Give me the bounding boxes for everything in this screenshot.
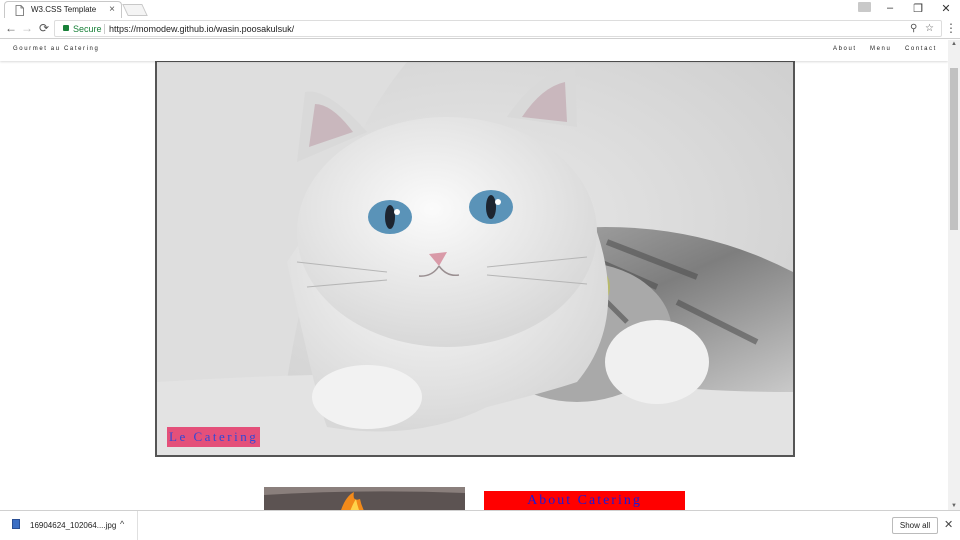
scroll-thumb[interactable]: [950, 68, 958, 230]
close-window-button[interactable]: ✕: [932, 2, 960, 15]
about-title: About Catering: [527, 493, 642, 508]
download-file-name[interactable]: 16904624_102064....jpg: [30, 521, 116, 530]
url-text[interactable]: https://momodew.github.io/wasin.poosakul…: [109, 24, 294, 34]
nav-link-menu[interactable]: Menu: [870, 46, 891, 52]
lock-icon: [63, 25, 69, 31]
download-chevron-icon[interactable]: ^: [120, 519, 124, 529]
show-all-button[interactable]: Show all: [892, 517, 938, 534]
about-section-header: About Catering: [484, 491, 685, 510]
scroll-down-arrow-icon[interactable]: ▼: [951, 503, 957, 509]
omnibox-divider: [104, 24, 105, 34]
tab-close-icon[interactable]: ×: [109, 4, 115, 15]
image-file-icon: [12, 519, 20, 529]
download-item[interactable]: 16904624_102064....jpg ^: [0, 511, 138, 540]
hero-cats-image: [157, 62, 793, 455]
maximize-button[interactable]: ❐: [904, 2, 932, 15]
tab-strip: W3.CSS Template × – ❐ ✕: [0, 0, 960, 18]
hero-label: Le Catering: [167, 427, 261, 447]
page-scrollbar[interactable]: ▲ ▼: [948, 40, 960, 510]
hero-image-frame: Le Catering: [155, 60, 795, 457]
food-flame-image: [264, 487, 465, 510]
scroll-up-arrow-icon[interactable]: ▲: [951, 41, 957, 47]
forward-button[interactable]: →: [20, 21, 34, 35]
download-bar: 16904624_102064....jpg ^ Show all ✕: [0, 510, 960, 540]
back-button[interactable]: ←: [4, 21, 18, 35]
secure-label: Secure: [73, 24, 102, 34]
browser-menu-icon[interactable]: ⋮: [945, 21, 957, 35]
food-image: [264, 487, 465, 510]
minimize-button[interactable]: –: [876, 2, 904, 14]
profile-icon[interactable]: [858, 2, 871, 12]
nav-link-contact[interactable]: Contact: [905, 46, 937, 52]
new-tab-button[interactable]: [122, 4, 148, 16]
browser-toolbar: ← → ⟳ Secure https://momodew.github.io/w…: [0, 18, 960, 39]
bookmark-star-icon[interactable]: ☆: [925, 23, 934, 34]
site-brand-link[interactable]: Gourmet au Catering: [13, 46, 99, 52]
page-icon: [15, 5, 24, 16]
tab-title: W3.CSS Template: [31, 5, 97, 14]
page-viewport: Gourmet au Catering About Menu Contact L…: [0, 40, 948, 510]
reload-button[interactable]: ⟳: [37, 21, 51, 35]
address-bar[interactable]: Secure https://momodew.github.io/wasin.p…: [54, 20, 942, 37]
zoom-icon[interactable]: ⚲: [910, 23, 917, 34]
browser-tab[interactable]: W3.CSS Template ×: [4, 1, 122, 18]
nav-link-about[interactable]: About: [833, 46, 857, 52]
download-bar-close-icon[interactable]: ✕: [944, 518, 953, 531]
site-navbar: Gourmet au Catering About Menu Contact: [0, 40, 948, 61]
